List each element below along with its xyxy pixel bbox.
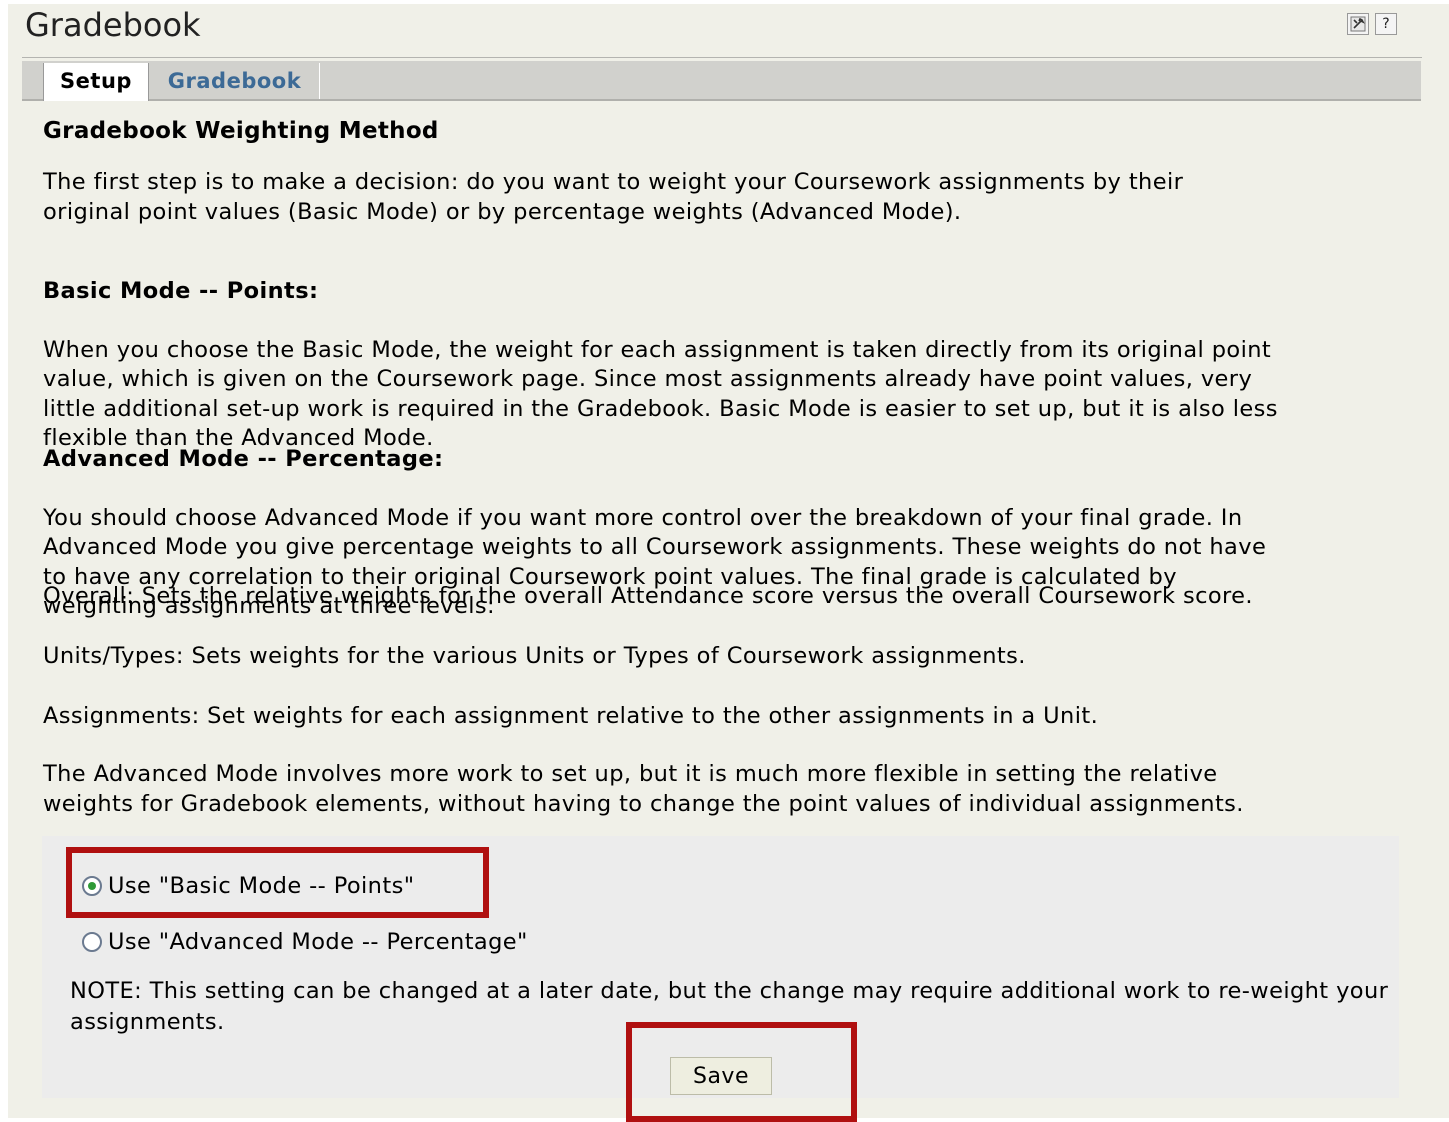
assignments-text: Assignments: Set weights for each assign… [43,703,1099,729]
advanced-mode-heading: Advanced Mode -- Percentage: [43,445,444,472]
gradebook-page: Gradebook ? Setup Gradebook Gradebook We… [8,4,1449,1118]
top-toolbar: ? [1347,13,1397,35]
advanced-mode-option[interactable]: Use "Advanced Mode -- Percentage" [82,929,528,955]
title-divider [22,57,1422,58]
highlight-box-basic-mode [66,847,489,918]
section-heading: Gradebook Weighting Method [43,118,439,144]
intro-text: The first step is to make a decision: do… [43,169,1184,225]
tools-icon[interactable] [1347,13,1369,35]
highlight-box-save [626,1022,857,1122]
help-icon[interactable]: ? [1375,13,1397,35]
closing-text: The Advanced Mode involves more work to … [43,761,1244,817]
overall-text: Overall: Sets the relative weights for t… [43,583,1253,609]
wrench-icon [1350,16,1366,32]
tab-bar: Setup Gradebook [22,61,1421,101]
tab-setup[interactable]: Setup [43,63,149,101]
page-title: Gradebook [25,6,201,44]
advanced-mode-option-label[interactable]: Use "Advanced Mode -- Percentage" [108,929,528,955]
basic-mode-heading: Basic Mode -- Points: [43,277,319,304]
tab-gradebook[interactable]: Gradebook [150,63,320,99]
units-text: Units/Types: Sets weights for the variou… [43,643,1026,669]
advanced-mode-section: Advanced Mode -- Percentage: You should … [43,415,1418,651]
advanced-mode-radio[interactable] [82,932,102,952]
